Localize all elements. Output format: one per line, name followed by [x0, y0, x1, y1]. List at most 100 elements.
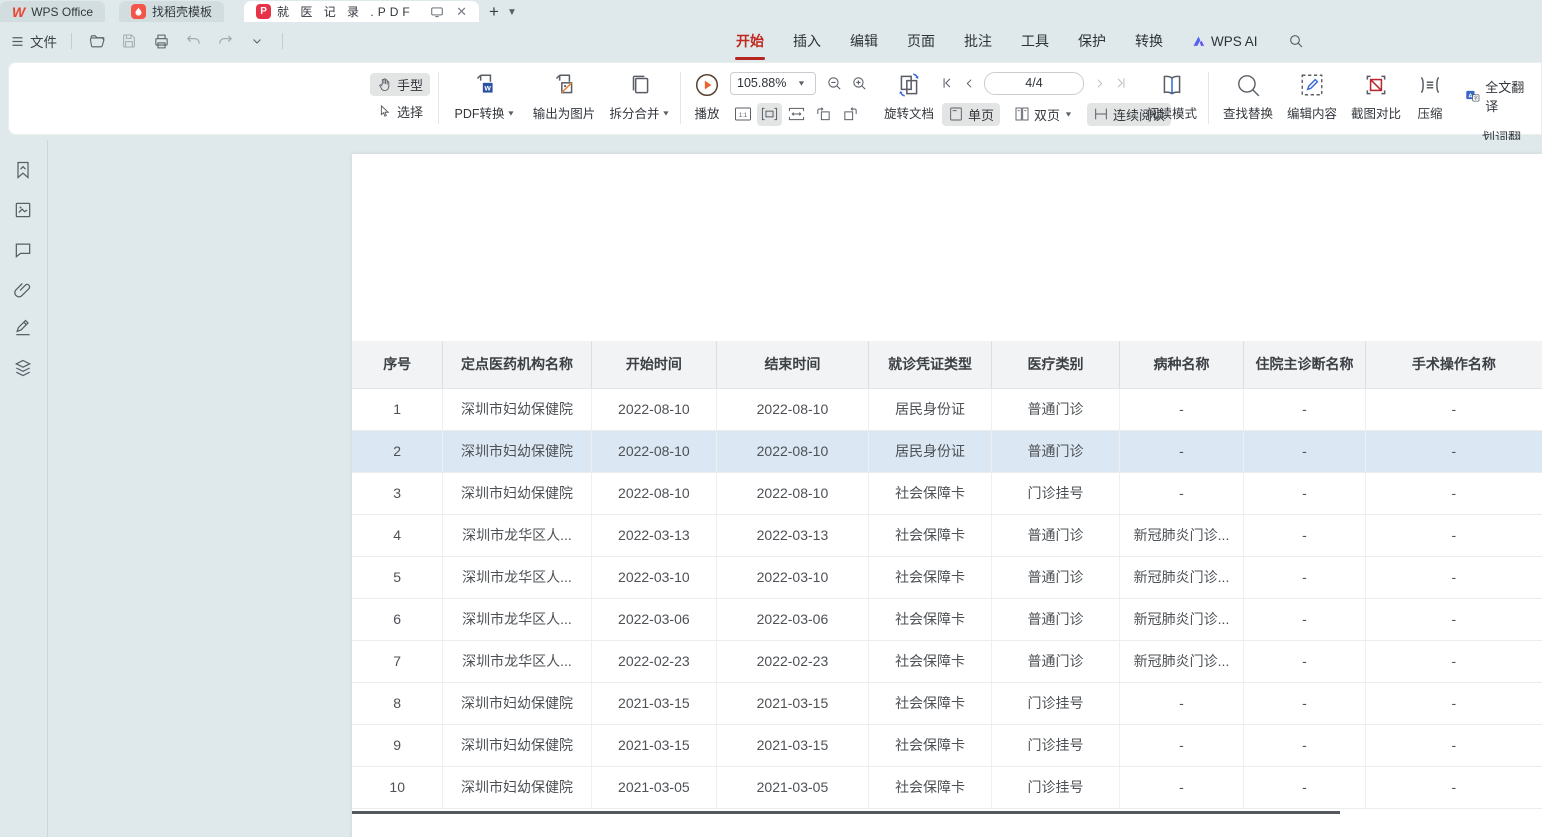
file-menu-button[interactable]: 文件: [10, 31, 57, 51]
tab-convert[interactable]: 转换: [1134, 29, 1164, 53]
last-page-button[interactable]: [1110, 76, 1132, 90]
table-header-cell: 开始时间: [591, 341, 717, 388]
compress-button[interactable]: 压缩: [1408, 62, 1452, 122]
zoom-out-button[interactable]: [822, 72, 847, 95]
tab-page[interactable]: 页面: [906, 29, 936, 53]
table-cell: -: [1119, 682, 1244, 724]
redo-icon[interactable]: [214, 30, 236, 52]
actual-size-button[interactable]: 1:1: [730, 103, 755, 126]
record-table-body: 1深圳市妇幼保健院2022-08-102022-08-10居民身份证普通门诊--…: [352, 388, 1542, 808]
undo-icon[interactable]: [182, 30, 204, 52]
bookmark-icon[interactable]: [13, 160, 33, 180]
full-translate-button[interactable]: A 字 全文翻译: [1458, 75, 1542, 117]
table-cell: 1: [352, 388, 443, 430]
table-cell: 深圳市龙华区人...: [443, 556, 591, 598]
previous-page-button[interactable]: [958, 77, 980, 90]
tab-home[interactable]: 开始: [735, 29, 765, 53]
tab-tools[interactable]: 工具: [1020, 29, 1050, 53]
pdf-convert-button[interactable]: w PDF转换▼: [446, 62, 524, 122]
fit-page-button[interactable]: [784, 103, 809, 126]
divider: [71, 33, 72, 49]
quick-access-chevron-icon[interactable]: [246, 30, 268, 52]
table-cell: 新冠肺炎门诊...: [1119, 556, 1244, 598]
comment-icon[interactable]: [13, 240, 33, 260]
single-page-icon: [948, 106, 964, 122]
table-cell: 2021-03-15: [717, 682, 869, 724]
export-image-button[interactable]: 输出为图片: [524, 62, 604, 122]
tab-protect[interactable]: 保护: [1077, 29, 1107, 53]
rotate-left-button[interactable]: [811, 103, 836, 126]
page-indicator-input[interactable]: [985, 73, 1083, 94]
tab-insert[interactable]: 插入: [792, 29, 822, 53]
table-cell: -: [1365, 514, 1542, 556]
double-page-view-button[interactable]: 双页 ▼: [1008, 103, 1079, 126]
next-page-button[interactable]: [1088, 77, 1110, 90]
rotate-right-button[interactable]: [838, 103, 863, 126]
chevron-down-icon: ▼: [1064, 110, 1073, 118]
split-merge-label: 拆分合并: [610, 103, 660, 122]
search-icon[interactable]: [1285, 30, 1307, 52]
table-cell: 2022-08-10: [591, 472, 717, 514]
edit-content-label: 编辑内容: [1287, 103, 1337, 122]
select-tool-button[interactable]: 选择: [370, 100, 430, 123]
tab-docer-templates[interactable]: 找稻壳模板: [119, 1, 224, 22]
attachment-icon[interactable]: [13, 280, 33, 300]
table-cell: -: [1119, 724, 1244, 766]
table-cell: 社会保障卡: [868, 724, 992, 766]
fit-width-button[interactable]: [757, 103, 782, 126]
table-cell: 2021-03-05: [717, 766, 869, 808]
hand-tool-button[interactable]: 手型: [370, 73, 430, 96]
tab-label: 就 医 记 录 .PDF: [277, 3, 414, 20]
table-header-row: 序号定点医药机构名称开始时间结束时间就诊凭证类型医疗类别病种名称住院主诊断名称手…: [352, 341, 1542, 388]
print-icon[interactable]: [150, 30, 172, 52]
table-cell: 普通门诊: [992, 598, 1119, 640]
tab-document-pdf[interactable]: P 就 医 记 录 .PDF ✕: [244, 1, 479, 22]
find-replace-label: 查找替换: [1223, 103, 1273, 122]
tab-list-chevron-icon[interactable]: ▼: [507, 7, 517, 18]
rotate-document-button[interactable]: 旋转文档: [874, 62, 944, 122]
page-indicator-box[interactable]: [984, 72, 1084, 95]
find-replace-button[interactable]: 查找替换: [1216, 62, 1280, 122]
table-cell: 7: [352, 640, 443, 682]
left-panel-sidebar: [0, 140, 48, 837]
zoom-level-combobox[interactable]: ▼: [730, 72, 816, 95]
monitor-icon[interactable]: [426, 1, 448, 23]
hand-icon: [377, 77, 392, 92]
new-tab-button[interactable]: +: [489, 2, 499, 22]
rotate-document-label: 旋转文档: [884, 103, 934, 122]
layers-icon[interactable]: [13, 358, 33, 378]
zoom-level-input[interactable]: [737, 76, 793, 90]
screenshot-compare-button[interactable]: 截图对比: [1344, 62, 1408, 122]
first-page-button[interactable]: [936, 76, 958, 90]
play-button[interactable]: 播放: [684, 62, 730, 122]
save-icon[interactable]: [118, 30, 140, 52]
table-cell: -: [1244, 430, 1365, 472]
tab-comment[interactable]: 批注: [963, 29, 993, 53]
table-cell: 2022-08-10: [591, 388, 717, 430]
single-page-view-button[interactable]: 单页: [942, 103, 1000, 126]
split-merge-button[interactable]: 拆分合并▼: [604, 62, 676, 122]
read-mode-label: 阅读模式: [1147, 103, 1197, 122]
table-cell: 2022-03-13: [591, 514, 717, 556]
document-viewer[interactable]: 序号定点医药机构名称开始时间结束时间就诊凭证类型医疗类别病种名称住院主诊断名称手…: [49, 140, 1542, 837]
read-mode-button[interactable]: 阅读模式: [1140, 62, 1204, 122]
table-cell: 深圳市龙华区人...: [443, 514, 591, 556]
signature-icon[interactable]: [13, 318, 33, 338]
table-cell: 2022-02-23: [717, 640, 869, 682]
zoom-in-button[interactable]: [847, 72, 872, 95]
wps-ai-button[interactable]: WPS AI: [1191, 34, 1258, 49]
screenshot-compare-label: 截图对比: [1351, 103, 1401, 122]
hand-tool-label: 手型: [397, 75, 423, 94]
table-cell: -: [1119, 388, 1244, 430]
edit-content-button[interactable]: 编辑内容: [1280, 62, 1344, 122]
close-tab-icon[interactable]: ✕: [456, 4, 467, 20]
tab-edit[interactable]: 编辑: [849, 29, 879, 53]
table-cell: 新冠肺炎门诊...: [1119, 514, 1244, 556]
table-cell: 门诊挂号: [992, 724, 1119, 766]
table-cell: 深圳市龙华区人...: [443, 598, 591, 640]
table-header-cell: 住院主诊断名称: [1244, 341, 1365, 388]
open-file-icon[interactable]: [86, 30, 108, 52]
tab-wps-office[interactable]: W WPS Office: [0, 1, 105, 22]
thumbnail-icon[interactable]: [13, 200, 33, 220]
embedded-horizontal-scrollbar[interactable]: [352, 811, 1340, 814]
